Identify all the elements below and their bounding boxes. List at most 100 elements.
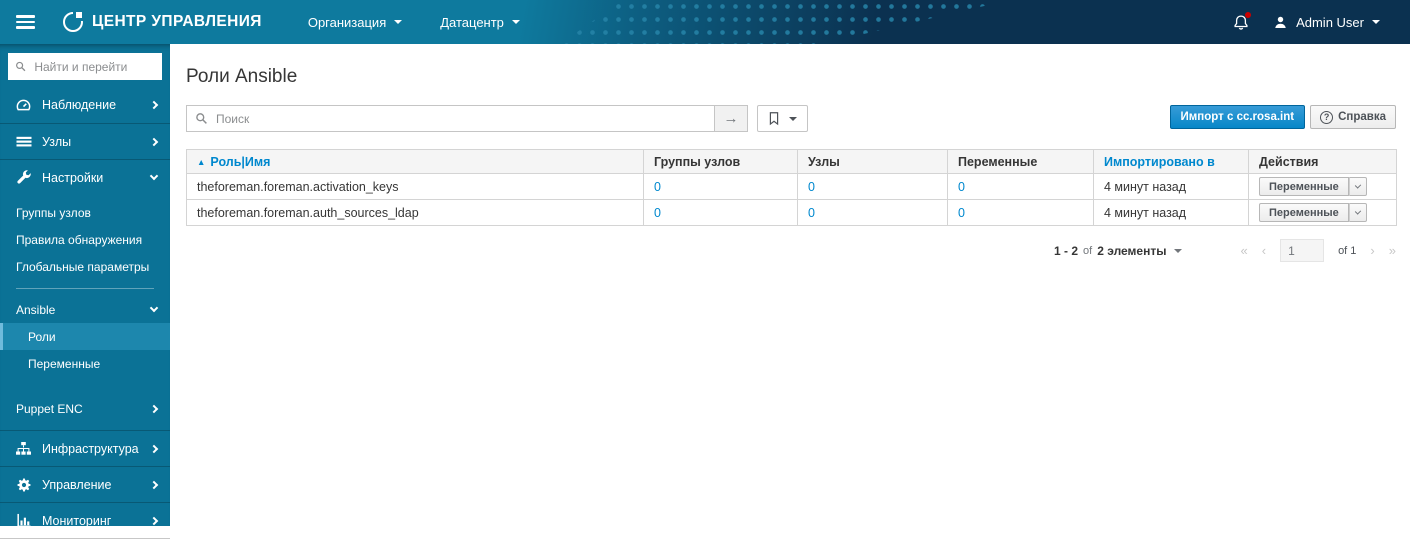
row-action-split-button: Переменные — [1259, 177, 1367, 196]
table-row: theforeman.foreman.activation_keys 0 0 0… — [186, 173, 1397, 200]
brand-logo[interactable] — [63, 9, 85, 32]
sidebar-item-host-groups[interactable]: Группы узлов — [0, 199, 170, 226]
masthead-pattern — [560, 0, 1010, 44]
import-button[interactable]: Импорт с cc.rosa.int — [1169, 105, 1306, 129]
sidebar-item-label: Настройки — [42, 170, 104, 185]
variables-action-button[interactable]: Переменные — [1259, 177, 1349, 196]
variables-link[interactable]: 0 — [958, 206, 965, 220]
variables-link[interactable]: 0 — [958, 180, 965, 194]
hosts-link[interactable]: 0 — [808, 206, 815, 220]
sidebar-item-infrastructure[interactable]: Инфраструктура — [0, 430, 170, 466]
current-page-input[interactable] — [1280, 239, 1325, 262]
total-pages-label: of 1 — [1338, 244, 1357, 257]
sidebar: Наблюдение Узлы Настройки Группы узлов П… — [0, 44, 170, 539]
chevron-down-icon — [511, 20, 520, 24]
sidebar-item-label: Роли — [28, 329, 56, 344]
sidebar-item-ansible[interactable]: Ansible — [0, 296, 170, 323]
sidebar-item-monitoring[interactable]: Мониторинг — [0, 502, 170, 538]
gear-icon — [14, 477, 33, 493]
sidebar-item-puppet-enc[interactable]: Puppet ENC — [0, 395, 170, 422]
host-groups-link[interactable]: 0 — [654, 206, 661, 220]
sidebar-item-label: Глобальные параметры — [16, 259, 150, 274]
last-page-button[interactable]: » — [1389, 243, 1396, 258]
user-icon — [1275, 16, 1286, 28]
chevron-right-icon — [149, 444, 159, 453]
sidebar-search-input[interactable] — [32, 58, 155, 75]
sidebar-item-hosts[interactable]: Узлы — [0, 123, 170, 159]
role-name-cell: theforeman.foreman.auth_sources_ldap — [186, 199, 644, 226]
roles-table: ▲ Роль|Имя Группы узлов Узлы Переменные И… — [186, 149, 1397, 226]
main-content: Роли Ansible → Импорт с cc.rosa.int ? Сп… — [170, 44, 1410, 526]
sidebar-item-label: Переменные — [28, 356, 101, 371]
sidebar-item-ansible-variables[interactable]: Переменные — [0, 350, 170, 377]
chevron-down-icon — [394, 20, 403, 24]
sidebar-item-label: Инфраструктура — [42, 441, 139, 456]
page-title: Роли Ansible — [186, 66, 298, 87]
sidebar-item-global-parameters[interactable]: Глобальные параметры — [0, 253, 170, 280]
chevron-right-icon — [149, 137, 159, 146]
column-hosts[interactable]: Узлы — [797, 149, 948, 174]
imported-at-cell: 4 минут назад — [1093, 199, 1249, 226]
sort-asc-icon: ▲ — [197, 156, 206, 167]
question-circle-icon: ? — [1320, 110, 1334, 124]
chevron-right-icon — [149, 480, 159, 489]
chevron-right-icon — [149, 404, 159, 413]
hosts-link[interactable]: 0 — [808, 180, 815, 194]
help-label: Справка — [1338, 111, 1386, 123]
per-page-dropdown[interactable]: 1 - 2 of 2 элементы — [1054, 243, 1183, 258]
column-role-name[interactable]: ▲ Роль|Имя — [186, 149, 644, 174]
sidebar-item-configure[interactable]: Настройки — [0, 159, 170, 195]
chevron-down-icon — [1372, 20, 1380, 24]
sidebar-item-label: Ansible — [16, 302, 56, 317]
toolbar: → Импорт с cc.rosa.int ? Справка — [186, 105, 1396, 132]
items-range: 1 - 2 — [1054, 243, 1079, 258]
chevron-down-icon — [1354, 208, 1361, 215]
masthead: ЦЕНТР УПРАВЛЕНИЯ Организация Датацентр A… — [0, 0, 1410, 44]
search-icon — [187, 106, 214, 131]
sitemap-icon — [14, 441, 33, 457]
search-submit-button[interactable]: → — [714, 106, 747, 131]
sidebar-item-administer[interactable]: Управление — [0, 466, 170, 502]
chevron-down-icon — [149, 303, 159, 313]
sidebar-item-label: Группы узлов — [16, 205, 91, 220]
bookmark-dropdown-button[interactable] — [757, 105, 808, 132]
help-button[interactable]: ? Справка — [1310, 105, 1396, 129]
action-dropdown-toggle[interactable] — [1348, 203, 1367, 222]
next-page-button[interactable]: › — [1370, 243, 1374, 258]
column-host-groups[interactable]: Группы узлов — [643, 149, 798, 174]
toolbar-actions: Импорт с cc.rosa.int ? Справка — [1169, 105, 1396, 129]
chevron-down-icon — [1174, 248, 1183, 253]
variables-action-button[interactable]: Переменные — [1259, 203, 1349, 222]
notifications-button[interactable] — [1233, 11, 1252, 31]
user-label: Admin User — [1296, 14, 1364, 30]
prev-page-button[interactable]: ‹ — [1262, 243, 1266, 258]
location-label: Датацентр — [440, 14, 504, 30]
brand-title: ЦЕНТР УПРАВЛЕНИЯ — [92, 13, 262, 30]
first-page-button[interactable]: « — [1240, 243, 1247, 258]
hamburger-menu-icon[interactable] — [16, 15, 35, 29]
items-total: 2 элементы — [1097, 243, 1167, 258]
pagination-nav: « ‹ of 1 › » — [1240, 239, 1396, 262]
user-menu[interactable]: Admin User — [1273, 15, 1380, 30]
sidebar-item-label: Мониторинг — [42, 513, 112, 528]
sidebar-search[interactable] — [8, 53, 162, 80]
configure-submenu: Группы узлов Правила обнаружения Глобаль… — [0, 195, 170, 430]
row-action-split-button: Переменные — [1259, 203, 1367, 222]
sidebar-item-label: Управление — [42, 477, 112, 492]
column-variables[interactable]: Переменные — [947, 149, 1094, 174]
column-imported-at[interactable]: Импортировано в — [1093, 149, 1249, 174]
search-group: → — [186, 105, 748, 132]
sidebar-item-label: Узлы — [42, 134, 72, 149]
location-dropdown[interactable]: Датацентр — [440, 15, 520, 30]
chevron-right-icon — [149, 100, 159, 110]
search-input[interactable] — [214, 106, 714, 131]
action-dropdown-toggle[interactable] — [1348, 177, 1367, 196]
host-groups-link[interactable]: 0 — [654, 180, 661, 194]
sidebar-item-label: Puppet ENC — [16, 401, 83, 416]
sidebar-item-discovery-rules[interactable]: Правила обнаружения — [0, 226, 170, 253]
sidebar-item-monitor[interactable]: Наблюдение — [0, 87, 170, 123]
sidebar-item-ansible-roles[interactable]: Роли — [0, 323, 170, 350]
wrench-icon — [14, 169, 33, 186]
organization-dropdown[interactable]: Организация — [308, 15, 403, 30]
column-actions: Действия — [1248, 149, 1397, 174]
